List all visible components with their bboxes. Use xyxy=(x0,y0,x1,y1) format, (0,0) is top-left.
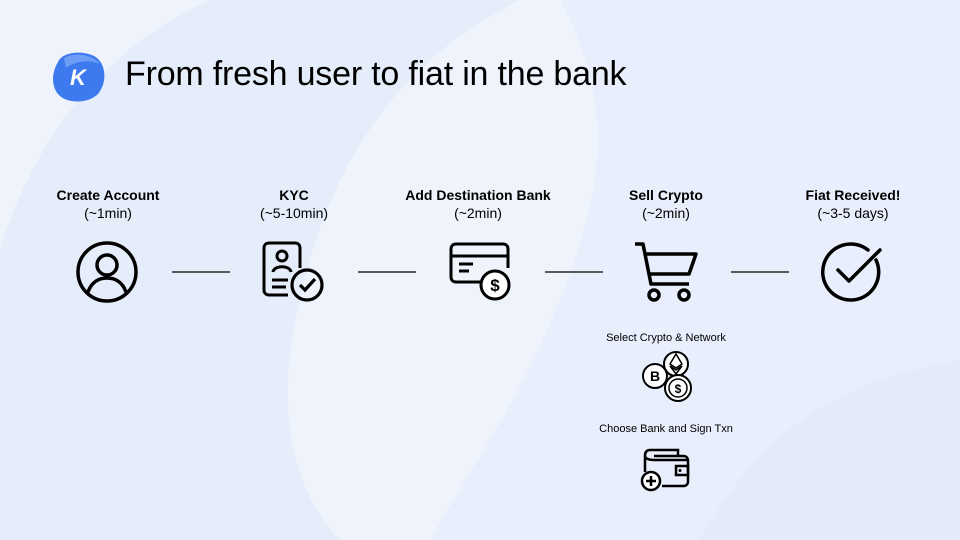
step-connector xyxy=(358,271,416,273)
step-sell-crypto: Sell Crypto (~2min) xyxy=(581,186,751,222)
step-connector xyxy=(172,271,230,273)
step-time: (~3-5 days) xyxy=(817,205,889,221)
crypto-coins-icon: B $ xyxy=(642,351,692,402)
step-create-account: Create Account (~1min) xyxy=(23,186,193,222)
step-label: Fiat Received! xyxy=(805,187,901,203)
id-document-check-icon xyxy=(262,241,324,302)
logo-letter: K xyxy=(70,65,88,90)
page-title: From fresh user to fiat in the bank xyxy=(125,55,627,93)
svg-text:$: $ xyxy=(675,382,682,396)
user-circle-icon xyxy=(76,241,138,303)
check-circle-icon xyxy=(820,242,882,302)
step-connector xyxy=(545,271,603,273)
step-label: Sell Crypto xyxy=(629,187,703,203)
sub-step-label: Choose Bank and Sign Txn xyxy=(599,423,733,435)
step-fiat-received: Fiat Received! (~3-5 days) xyxy=(768,186,938,222)
step-label: KYC xyxy=(279,187,309,203)
step-time: (~2min) xyxy=(454,205,502,221)
step-time: (~5-10min) xyxy=(259,205,329,221)
credit-card-dollar-icon: $ xyxy=(449,242,511,301)
svg-text:$: $ xyxy=(490,276,500,295)
step-label: Create Account xyxy=(56,187,160,203)
sub-step-label: Select Crypto & Network xyxy=(606,332,726,344)
step-kyc: KYC (~5-10min) xyxy=(209,186,379,222)
step-time: (~1min) xyxy=(84,205,132,221)
step-connector xyxy=(731,271,789,273)
step-label: Add Destination Bank xyxy=(405,187,551,203)
step-time: (~2min) xyxy=(642,205,690,221)
shopping-cart-icon xyxy=(635,242,698,302)
svg-text:B: B xyxy=(650,368,660,384)
brand-logo: K xyxy=(48,48,108,104)
step-add-destination-bank: Add Destination Bank (~2min) xyxy=(393,186,563,222)
wallet-add-icon xyxy=(640,448,690,492)
